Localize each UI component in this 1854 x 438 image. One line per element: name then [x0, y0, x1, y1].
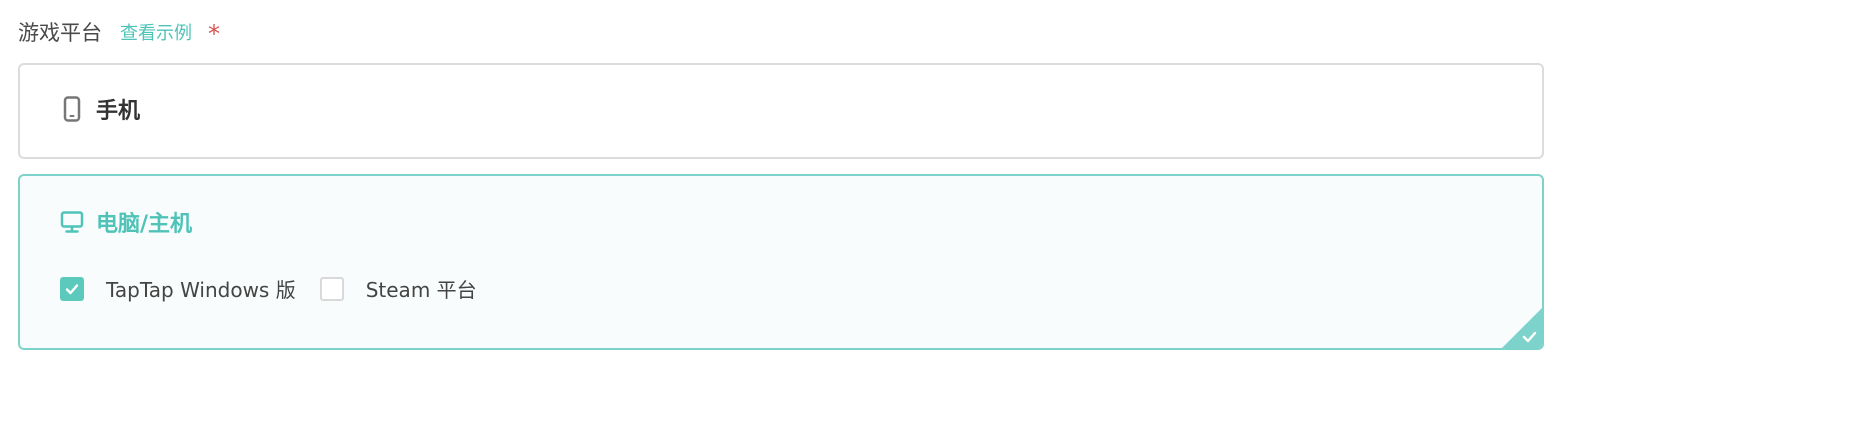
pc-option-title: 电脑/主机	[96, 212, 193, 237]
platform-option-pc[interactable]: 电脑/主机 TapTap Windows 版 Steam 平台	[18, 174, 1544, 350]
monitor-icon	[60, 208, 84, 236]
platform-option-mobile[interactable]: 手机	[18, 63, 1544, 159]
pc-title-row: 电脑/主机	[60, 206, 192, 238]
field-label: 游戏平台	[18, 21, 102, 45]
steam-checkbox[interactable]	[319, 276, 344, 301]
taptap-windows-checkbox-item[interactable]: TapTap Windows 版	[60, 274, 296, 303]
checkmark-icon	[65, 283, 79, 294]
steam-checkbox-item[interactable]: Steam 平台	[319, 274, 477, 303]
taptap-windows-checkbox[interactable]	[60, 276, 84, 301]
mobile-option-title: 手机	[96, 99, 141, 124]
taptap-windows-label: TapTap Windows 版	[106, 278, 296, 302]
view-example-link[interactable]: 查看示例	[120, 19, 192, 45]
selected-corner-badge-icon	[1502, 308, 1542, 348]
mobile-title-row: 手机	[60, 93, 140, 125]
phone-icon	[60, 95, 84, 123]
pc-sub-options: TapTap Windows 版 Steam 平台	[60, 274, 501, 303]
field-header: 游戏平台 查看示例 *	[18, 14, 220, 50]
required-asterisk: *	[208, 20, 220, 48]
steam-label: Steam 平台	[365, 278, 477, 302]
